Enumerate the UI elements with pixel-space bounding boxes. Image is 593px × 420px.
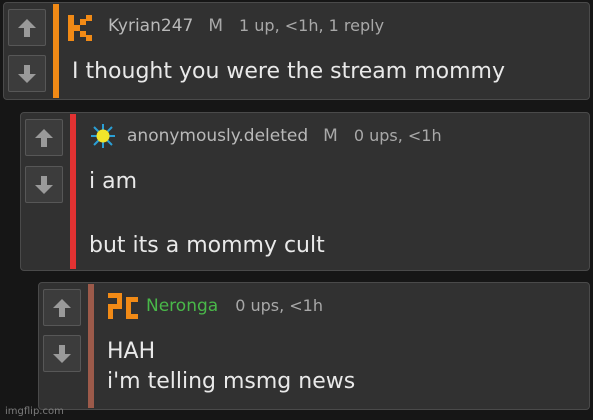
comment-header: Kyrian247 M 1 up, <1h, 1 reply bbox=[108, 16, 384, 36]
arrow-down-icon bbox=[18, 64, 36, 83]
comment-meta: 0 ups, <1h bbox=[353, 126, 442, 145]
comment-text-line: i'm telling msmg news bbox=[107, 369, 356, 394]
comment-depth-bar bbox=[88, 284, 94, 408]
comment-meta: 1 up, <1h, 1 reply bbox=[239, 16, 385, 35]
username-link[interactable]: Kyrian247 bbox=[108, 16, 193, 36]
comment-depth-bar bbox=[70, 114, 76, 269]
comment-text-line: i am bbox=[89, 169, 138, 194]
downvote-button[interactable] bbox=[25, 166, 63, 203]
upvote-button[interactable] bbox=[25, 119, 63, 156]
username-link[interactable]: anonymously.deleted bbox=[127, 126, 308, 146]
comment-kyrian247: Kyrian247 M 1 up, <1h, 1 reply I thought… bbox=[3, 2, 590, 100]
comment-text-line: but its a mommy cult bbox=[89, 233, 325, 258]
sun-avatar-icon[interactable] bbox=[90, 123, 116, 149]
kyrian247-avatar-icon[interactable] bbox=[66, 13, 96, 43]
arrow-up-icon bbox=[53, 298, 71, 317]
imgflip-watermark: imgflip.com bbox=[5, 406, 64, 417]
upvote-button[interactable] bbox=[8, 9, 46, 46]
upvote-button[interactable] bbox=[43, 289, 81, 326]
comment-anonymously-deleted: anonymously.deleted M 0 ups, <1h i am bu… bbox=[20, 112, 590, 271]
vote-column bbox=[39, 283, 87, 409]
neronga-avatar-icon[interactable] bbox=[106, 291, 140, 321]
vote-column bbox=[21, 113, 69, 270]
gender-label: M bbox=[208, 16, 223, 36]
downvote-button[interactable] bbox=[43, 335, 81, 372]
downvote-button[interactable] bbox=[8, 55, 46, 92]
comment-text-line: HAH bbox=[107, 339, 156, 364]
comment-meta: 0 ups, <1h bbox=[235, 296, 323, 315]
comment-text-line: I thought you were the stream mommy bbox=[72, 59, 505, 84]
comment-header: Neronga 0 ups, <1h bbox=[146, 296, 323, 316]
arrow-up-icon bbox=[35, 128, 53, 147]
comment-depth-bar bbox=[53, 4, 59, 98]
arrow-down-icon bbox=[35, 175, 53, 194]
arrow-up-icon bbox=[18, 18, 36, 37]
vote-column bbox=[4, 3, 52, 99]
arrow-down-icon bbox=[53, 344, 71, 363]
username-link[interactable]: Neronga bbox=[146, 296, 218, 316]
gender-label: M bbox=[323, 126, 338, 146]
comment-header: anonymously.deleted M 0 ups, <1h bbox=[127, 126, 442, 146]
comment-neronga: Neronga 0 ups, <1h HAH i'm telling msmg … bbox=[38, 282, 590, 410]
